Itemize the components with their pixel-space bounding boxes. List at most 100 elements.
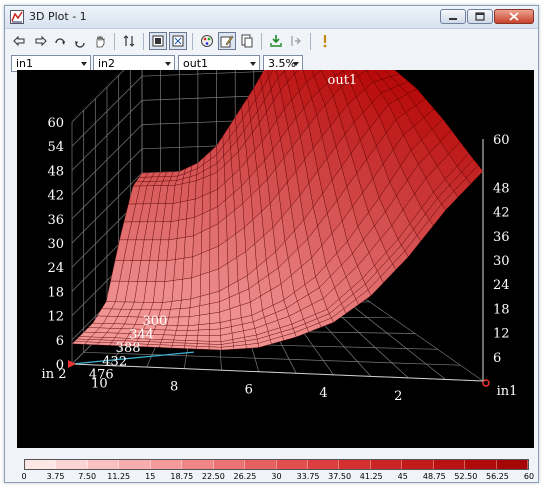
x-axis-front-edge bbox=[71, 363, 484, 382]
maximize-button[interactable] bbox=[467, 9, 493, 24]
surface-patch bbox=[186, 324, 200, 331]
z-tick-label-right: 30 bbox=[493, 254, 510, 269]
surface-patch bbox=[163, 329, 177, 336]
close-button[interactable] bbox=[494, 9, 534, 24]
step-select-value: 3.5% bbox=[268, 57, 296, 70]
surface-patch bbox=[183, 235, 194, 259]
x-axis-title: in1 bbox=[497, 384, 518, 399]
surface-patch bbox=[182, 256, 193, 280]
x-tick-label: 8 bbox=[170, 380, 178, 395]
surface-patch bbox=[209, 322, 221, 330]
3d-plot-area[interactable]: 0 6 12 18 24 30 36 42 48 54 60 6 12 18 24 30 36 42 48 60 2 4 6… bbox=[17, 70, 534, 448]
x-tick-label: 6 bbox=[245, 383, 253, 398]
x-tick-label: 2 bbox=[394, 389, 402, 404]
chevron-down-icon bbox=[293, 62, 299, 66]
z-tick-label-left: 30 bbox=[47, 237, 64, 252]
surface-patch bbox=[190, 274, 201, 300]
z-axis-select-value: out1 bbox=[183, 57, 209, 70]
surface-patch bbox=[198, 313, 210, 325]
legend-tick-label: 45 bbox=[397, 472, 408, 481]
rotate-left-icon bbox=[13, 35, 25, 47]
surface-patch bbox=[166, 316, 180, 326]
legend-tick-label: 18.75 bbox=[170, 472, 194, 481]
surface-patch bbox=[202, 174, 211, 197]
axis-marker bbox=[482, 379, 490, 387]
import-button[interactable] bbox=[267, 32, 285, 50]
legend-color-cell bbox=[245, 460, 277, 469]
rotate-down-button[interactable] bbox=[71, 32, 89, 50]
help-button[interactable] bbox=[316, 32, 334, 50]
legend-tick-label: 15 bbox=[145, 472, 156, 481]
surface-patch bbox=[173, 334, 187, 341]
step-icon bbox=[291, 36, 301, 46]
surface-patch bbox=[200, 249, 211, 276]
color-palette-button[interactable] bbox=[198, 32, 216, 50]
surface-patch bbox=[185, 335, 199, 342]
z-tick-label-left: 18 bbox=[47, 285, 64, 300]
legend-color-cell bbox=[370, 460, 403, 469]
x-tick-label: 4 bbox=[319, 386, 327, 401]
toolbar-separator bbox=[261, 32, 262, 50]
surface-patch bbox=[199, 271, 210, 297]
legend-tick-label: 7.50 bbox=[78, 472, 97, 481]
z-tick-label-right: 60 bbox=[493, 133, 510, 148]
z-tick-label-right: 24 bbox=[493, 278, 510, 293]
legend-tick-label: 41.25 bbox=[359, 472, 383, 481]
surface-patch bbox=[208, 346, 222, 351]
flip-axes-button[interactable] bbox=[120, 32, 138, 50]
legend-color-cell bbox=[465, 460, 497, 469]
z-tick-label-left: 6 bbox=[56, 334, 64, 349]
grid-view-button[interactable] bbox=[149, 32, 167, 50]
surface-plot-svg[interactable]: 0612182430364248546061218243036424860246… bbox=[17, 70, 534, 448]
legend-color-cell bbox=[276, 460, 308, 469]
rotate-right-button[interactable] bbox=[31, 32, 49, 50]
copy-button[interactable] bbox=[238, 32, 256, 50]
surface-patch bbox=[175, 325, 189, 331]
pan-button[interactable] bbox=[91, 32, 109, 50]
legend-tick-label: 22.50 bbox=[201, 472, 225, 481]
surface-patch bbox=[199, 303, 210, 316]
y-tick-label: 476 bbox=[89, 368, 114, 383]
surface-patch bbox=[174, 330, 188, 336]
surface-patch bbox=[161, 334, 176, 341]
legend-tick-label: 60 bbox=[523, 472, 535, 481]
surface-patch bbox=[183, 345, 198, 350]
surface-patch bbox=[208, 335, 222, 343]
surface-patch bbox=[177, 316, 190, 327]
help-icon bbox=[323, 35, 327, 48]
surface-patch bbox=[196, 346, 210, 350]
surface-patch bbox=[96, 342, 112, 346]
surface-patch bbox=[209, 245, 220, 273]
legend-color-cell bbox=[182, 460, 214, 469]
import-icon bbox=[270, 35, 282, 47]
rotate-up-button[interactable] bbox=[51, 32, 69, 50]
close-icon bbox=[509, 12, 519, 21]
legend-tick-label: 0 bbox=[21, 472, 27, 481]
step-button[interactable] bbox=[287, 32, 305, 50]
legend-color-cell bbox=[402, 460, 434, 469]
surface-patch bbox=[197, 335, 210, 342]
surface-patch bbox=[209, 301, 220, 314]
toolbar bbox=[5, 29, 538, 53]
legend-tick-label: 48.75 bbox=[422, 472, 446, 481]
minimize-button[interactable] bbox=[440, 9, 466, 24]
legend-color-cell bbox=[56, 460, 88, 469]
title-bar[interactable]: 3D Plot - 1 bbox=[5, 6, 538, 29]
y-axis-title: in 2 bbox=[42, 367, 67, 382]
legend-tick-label: 26.25 bbox=[233, 472, 257, 481]
edit-button[interactable] bbox=[218, 32, 236, 50]
z-tick-label-right: 36 bbox=[493, 230, 510, 245]
rotate-down-icon bbox=[75, 41, 85, 48]
surface-patch bbox=[191, 253, 202, 279]
legend-color-cell bbox=[25, 460, 57, 469]
rotate-up-icon bbox=[55, 38, 65, 45]
surface-patch bbox=[171, 345, 185, 349]
surface-patch bbox=[179, 298, 192, 309]
fit-view-icon bbox=[172, 35, 184, 47]
rotate-left-button[interactable] bbox=[11, 32, 29, 50]
fit-view-button[interactable] bbox=[169, 32, 187, 50]
maximize-icon bbox=[475, 12, 485, 21]
surface-patch bbox=[198, 323, 210, 331]
surface-patch bbox=[186, 329, 199, 336]
legend-color-cell bbox=[213, 460, 246, 469]
